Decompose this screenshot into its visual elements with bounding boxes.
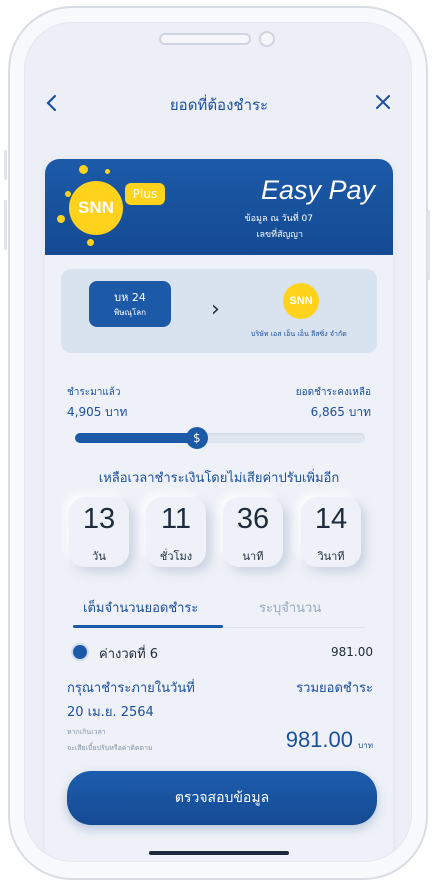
contract-number-label: เลขที่สัญญา xyxy=(256,230,303,240)
countdown-unit: วัน xyxy=(92,550,106,563)
home-indicator[interactable] xyxy=(149,851,289,855)
total-amount: 981.00 xyxy=(285,727,353,752)
pay-by-date: 20 เม.ย. 2564 xyxy=(67,705,154,720)
easy-pay-title: Easy Pay xyxy=(260,175,375,205)
remaining-label: ยอดชำระคงเหลือ xyxy=(295,387,371,398)
phone-screen: ยอดที่ต้องชำระ SNN Plus Easy Pay ข้อมูล … xyxy=(24,22,412,862)
countdown-title: เหลือเวลาชำระเงินโดยไม่เสียค่าปรับเพิ่มอ… xyxy=(98,471,340,486)
easy-pay-banner: SNN Plus Easy Pay ข้อมูล ณ วันที่ 07 เลข… xyxy=(45,159,393,255)
snn-logo: SNN xyxy=(69,181,123,235)
phone-side-button xyxy=(4,150,7,180)
countdown-unit: นาที xyxy=(242,550,264,563)
late-note: หากเกินเวลา xyxy=(67,728,106,736)
countdown-unit: ชั่วโมง xyxy=(159,550,193,563)
countdown-value: 11 xyxy=(160,503,192,535)
payment-route: บห 24 พิษณุโลก › SNN บริษัท เอส เอ็น เอ็… xyxy=(61,269,377,353)
phone-side-button xyxy=(4,200,7,250)
decor-dot xyxy=(105,169,110,174)
countdown-hours: 11 ชั่วโมง xyxy=(146,497,206,567)
plate-province: พิษณุโลก xyxy=(113,308,146,317)
header: ยอดที่ต้องชำระ xyxy=(25,89,411,117)
tab-full-amount[interactable]: เต็มจำนวนยอดชำระ xyxy=(83,597,198,618)
countdown-seconds: 14 วินาที xyxy=(301,497,361,567)
total-label: รวมยอดชำระ xyxy=(296,681,373,696)
notch xyxy=(159,31,281,47)
close-button[interactable] xyxy=(371,89,395,117)
payment-progress-track xyxy=(75,433,365,443)
paid-value: 4,905 บาท xyxy=(67,405,128,419)
plus-badge: Plus xyxy=(125,183,165,205)
tab-active-indicator xyxy=(73,625,223,628)
installment-label: ค่างวดที่ 6 xyxy=(99,647,159,662)
late-note: จะเสียเบี้ยปรับหรือค่าติดตาม xyxy=(67,744,153,752)
page-title: ยอดที่ต้องชำระ xyxy=(169,96,269,114)
company-logo: SNN xyxy=(283,283,319,319)
close-icon xyxy=(376,95,390,109)
pay-by-label: กรุณาชำระภายในวันที่ xyxy=(67,681,195,696)
decor-dot xyxy=(65,191,71,197)
countdown-days: 13 วัน xyxy=(69,497,129,567)
license-plate: บห 24 พิษณุโลก xyxy=(89,281,171,327)
countdown-value: 14 xyxy=(314,503,348,535)
countdown-value: 36 xyxy=(236,503,270,535)
plate-number: บห 24 xyxy=(114,291,146,304)
countdown-value: 13 xyxy=(82,503,116,535)
dollar-icon: $ xyxy=(185,427,208,449)
remaining-value: 6,865 บาท xyxy=(310,405,371,419)
tab-specify-amount[interactable]: ระบุจำนวน xyxy=(259,597,321,618)
paid-label: ชำระมาแล้ว xyxy=(67,387,121,398)
decor-dot xyxy=(87,239,94,246)
countdown-unit: วินาที xyxy=(317,550,345,563)
countdown-minutes: 36 นาที xyxy=(223,497,283,567)
phone-side-button xyxy=(427,210,430,280)
speaker xyxy=(159,33,251,45)
payment-card: SNN Plus Easy Pay ข้อมูล ณ วันที่ 07 เลข… xyxy=(45,159,393,861)
decor-dot xyxy=(57,215,65,223)
payment-progress-fill xyxy=(75,433,197,443)
arrow-right-icon: › xyxy=(211,297,220,322)
camera xyxy=(259,31,275,47)
installment-amount: 981.00 xyxy=(331,645,373,659)
total-unit: บาท xyxy=(358,741,373,750)
company-name: บริษัท เอส เอ็น เอ็น ลีสซิ่ง จำกัด xyxy=(251,330,347,338)
check-details-button[interactable]: ตรวจสอบข้อมูล xyxy=(67,771,377,825)
installment-radio[interactable] xyxy=(73,645,87,659)
info-date: ข้อมูล ณ วันที่ 07 xyxy=(244,214,313,224)
decor-dot xyxy=(79,165,88,174)
